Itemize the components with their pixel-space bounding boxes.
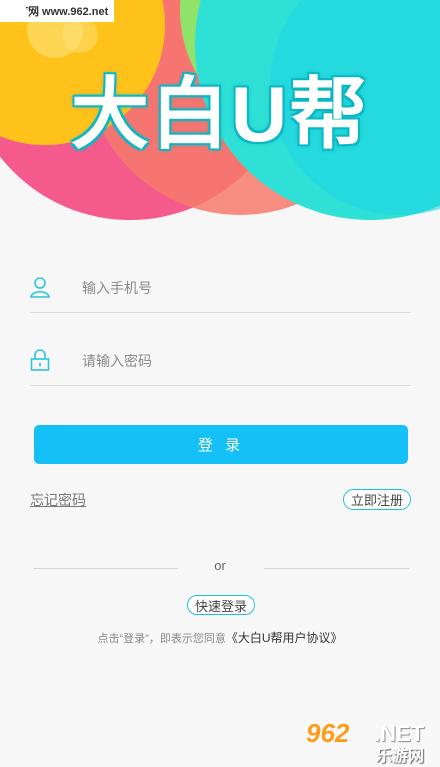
or-text: or — [214, 558, 226, 573]
user-agreement-link[interactable]: 《大白U帮用户协议》 — [226, 631, 343, 645]
phone-field — [30, 264, 411, 313]
app-title: 大白U帮 — [70, 70, 370, 158]
login-button[interactable]: 登 录 — [34, 425, 408, 464]
watermark-bottom: 962 .NET 乐游网 — [304, 718, 434, 765]
quick-login-button[interactable]: 快速登录 — [187, 595, 255, 615]
phone-input[interactable] — [80, 264, 404, 312]
register-button[interactable]: 立即注册 — [343, 489, 411, 510]
lock-icon — [30, 349, 50, 371]
watermark-number: 962 — [306, 718, 350, 748]
watermark-site-name: 乐游网 — [376, 748, 425, 765]
user-icon — [30, 277, 50, 298]
cloud-icon — [2, 0, 30, 19]
divider-left — [33, 568, 178, 569]
agreement-text: 点击“登录”，即表示您同意《大白U帮用户协议》 — [0, 629, 440, 646]
agreement-prefix: 点击“登录”，即表示您同意 — [97, 633, 226, 645]
password-input[interactable] — [80, 337, 404, 385]
password-field — [30, 337, 411, 386]
header-hero: 乐游网 www.962.net 大白U帮 — [0, 0, 440, 225]
divider-right — [264, 568, 409, 569]
forgot-password-link[interactable]: 忘记密码 — [30, 490, 86, 510]
